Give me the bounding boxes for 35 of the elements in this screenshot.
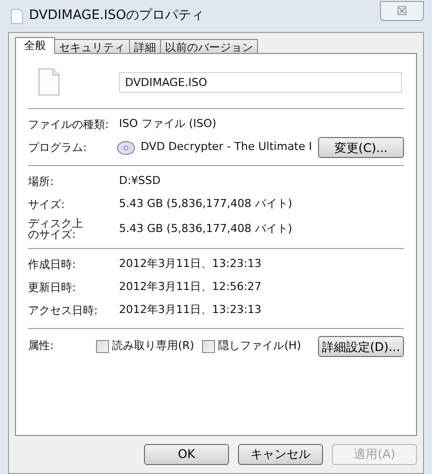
dialog-button[interactable]: キャンセル bbox=[238, 444, 323, 464]
field-label: ファイルの種類: bbox=[28, 119, 110, 130]
tab[interactable]: 以前のバージョン bbox=[160, 39, 258, 54]
disc-icon bbox=[116, 140, 135, 154]
field-value: 5.43 GB (5,836,177,408 バイト) bbox=[119, 196, 292, 212]
file-icon bbox=[11, 8, 23, 24]
tab[interactable]: セキュリティ bbox=[54, 39, 130, 54]
field-label: 更新日時: bbox=[28, 282, 77, 293]
field-value: 5.43 GB (5,836,177,408 バイト) bbox=[119, 220, 292, 237]
tab[interactable]: 全般 bbox=[15, 37, 55, 54]
checkbox[interactable] bbox=[202, 340, 216, 353]
tab[interactable]: 詳細 bbox=[129, 39, 161, 54]
dialog-button[interactable]: OK bbox=[144, 444, 229, 464]
window-title: DVDIMAGE.ISOのプロパティ bbox=[29, 7, 206, 26]
checkbox[interactable] bbox=[96, 340, 109, 353]
file-icon bbox=[38, 68, 60, 96]
checkbox-label: 隠しファイル(H) bbox=[218, 338, 302, 354]
field-value: 2012年3月11日、13:23:13 bbox=[119, 302, 262, 318]
field-value: D:¥SSD bbox=[119, 173, 161, 190]
field-label: 属性: bbox=[28, 338, 55, 354]
field-value: ISO ファイル (ISO) bbox=[119, 116, 216, 132]
field-label: アクセス日時: bbox=[28, 305, 99, 316]
checkbox-label: 読み取り専用(R) bbox=[112, 338, 194, 354]
field-value: 2012年3月11日、12:56:27 bbox=[119, 279, 262, 296]
field-label: 場所: bbox=[28, 176, 55, 187]
close-button[interactable]: ☒ bbox=[380, 1, 424, 21]
file-name-field[interactable]: DVDIMAGE.ISO bbox=[119, 72, 402, 92]
advanced-button[interactable]: 詳細設定(D)... bbox=[318, 336, 404, 357]
field-value: DVD Decrypter - The Ultimate I bbox=[140, 139, 312, 156]
field-value: 2012年3月11日、13:23:13 bbox=[119, 256, 262, 272]
field-label: サイズ: bbox=[28, 199, 66, 210]
field-label: ディスク上のサイズ: bbox=[28, 218, 84, 240]
field-label: 作成日時: bbox=[28, 259, 77, 270]
change-button[interactable]: 変更(C)... bbox=[318, 137, 404, 158]
field-label: プログラム: bbox=[28, 142, 88, 153]
